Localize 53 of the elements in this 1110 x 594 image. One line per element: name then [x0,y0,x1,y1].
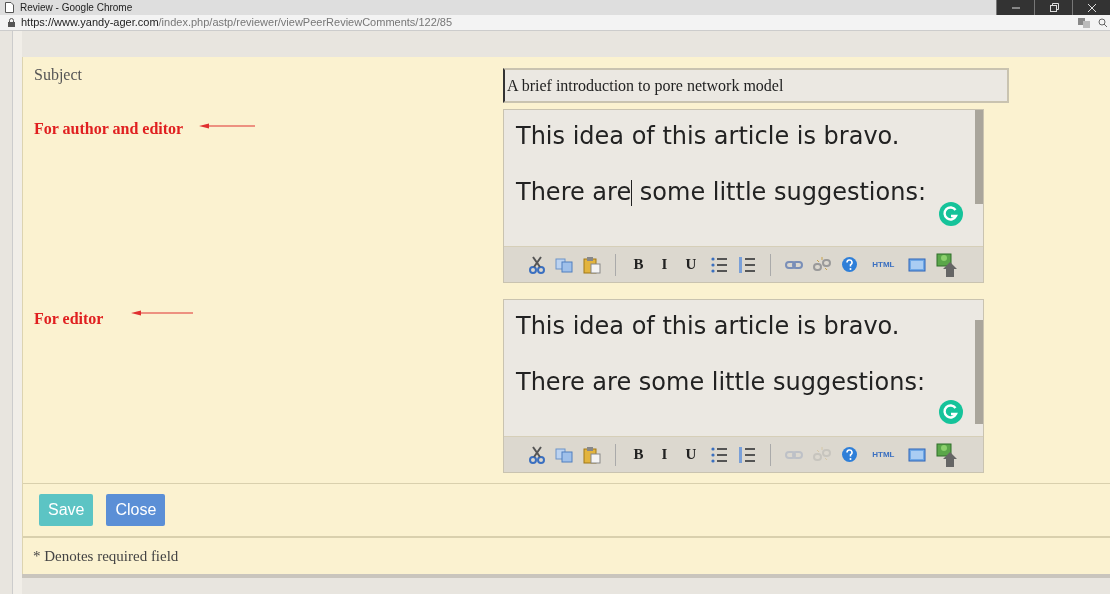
help-icon[interactable] [841,256,859,273]
editor-text-line: There are some little suggestions: [516,177,927,208]
translate-icon[interactable] [1078,17,1090,28]
page-icon [5,2,14,13]
footnote: * Denotes required field [33,548,179,564]
toolbar-text-button[interactable]: I [657,443,672,466]
help-icon[interactable] [841,446,859,463]
editor-text-line: This idea of this article is bravo. [516,311,901,342]
subject-field[interactable]: A brief introduction to pore network model [503,68,1009,103]
close-icon [1086,2,1097,13]
toolbar-separator [770,443,772,466]
window-control-button[interactable] [1072,0,1110,16]
zoom-icon[interactable] [1098,17,1108,28]
bulleted-list-icon[interactable] [710,256,729,273]
toolbar-text-button[interactable]: B [629,443,648,466]
window-icon[interactable] [908,447,927,462]
copy-icon[interactable] [554,256,573,273]
section-label: For editor [34,309,104,329]
toolbar-separator [614,443,616,466]
arrow-icon [131,310,194,316]
toolbar-text-button[interactable]: U [681,443,701,466]
window-control-button[interactable] [1034,0,1072,16]
grammar-checker-icon [939,202,963,226]
toolbar-text-button[interactable]: B [629,253,648,276]
toolbar-separator [770,253,772,276]
toolbar-text-button[interactable]: HTML [868,448,899,461]
scissors-icon[interactable] [528,445,545,464]
bulleted-list-icon[interactable] [710,446,729,463]
grammar-checker-icon [939,400,963,424]
editor-text-line: This idea of this article is bravo. [516,121,901,152]
text-caret [631,180,633,206]
toolbar-text-button[interactable]: U [681,253,701,276]
arrow-icon [199,123,256,129]
window-control-button[interactable] [996,0,1034,16]
clipboard-icon[interactable] [582,255,601,274]
toolbar-text-button[interactable]: HTML [868,258,899,271]
field-label: Subject [34,66,82,83]
numbered-list-icon[interactable] [738,255,757,274]
image-upload-icon[interactable] [936,252,959,277]
restore-icon [1048,2,1059,13]
chain-link-icon[interactable] [785,258,804,271]
editor-text-line: There are some little suggestions: [516,367,926,398]
numbered-list-icon[interactable] [738,445,757,464]
window-title: Review - Google Chrome [20,1,133,15]
toolbar-separator [614,253,616,276]
copy-icon[interactable] [554,446,573,463]
toolbar-text-button[interactable]: I [657,253,672,276]
clipboard-icon[interactable] [582,445,601,464]
window-icon[interactable] [908,257,927,272]
image-upload-icon[interactable] [936,442,959,467]
section-label: For author and editor [34,119,184,139]
scissors-icon[interactable] [528,255,545,274]
url-text: https://www.yandy-ager.com/index.php/astp/reviewer/viewPeerReviewComments/122/85 [21,15,453,31]
